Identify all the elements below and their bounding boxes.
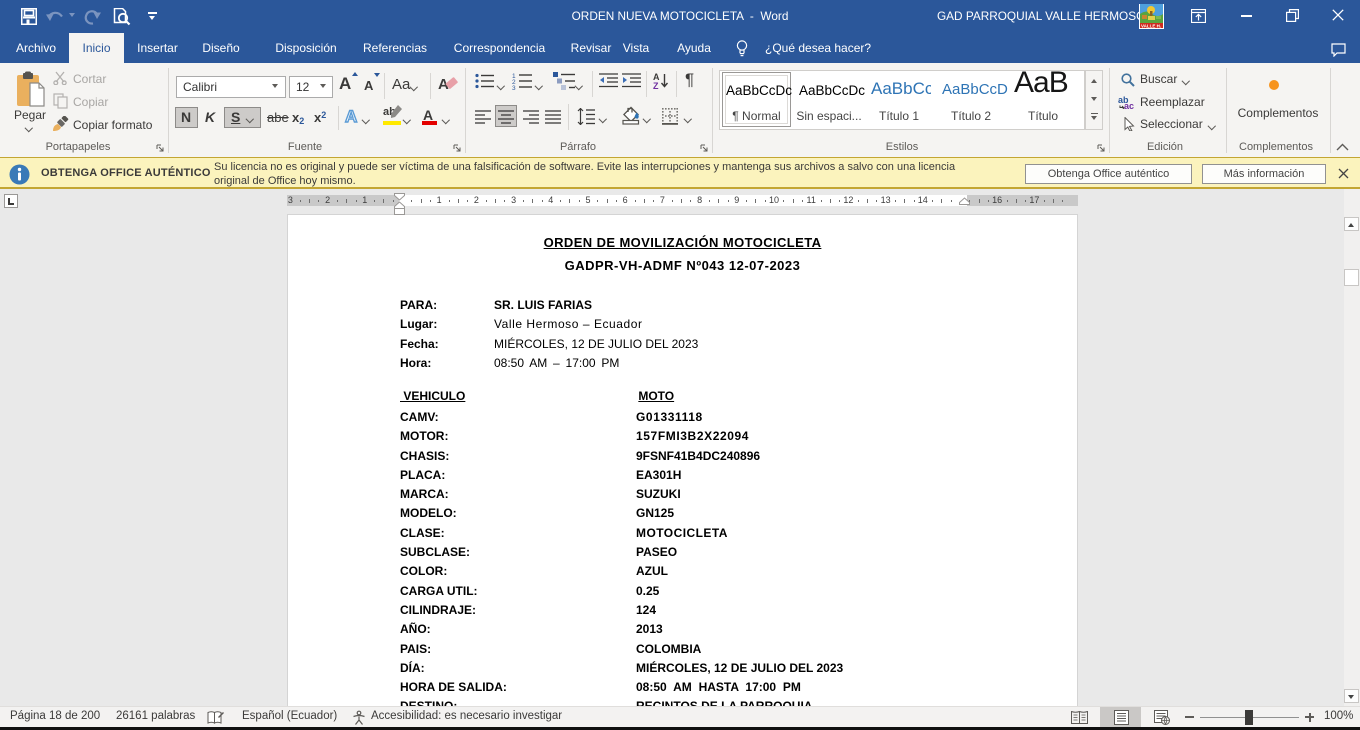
svg-text:Z: Z <box>653 81 659 90</box>
svg-text:3: 3 <box>512 85 516 90</box>
svg-text:ac: ac <box>1124 101 1134 109</box>
svg-text:VALLE H.: VALLE H. <box>1141 24 1161 29</box>
